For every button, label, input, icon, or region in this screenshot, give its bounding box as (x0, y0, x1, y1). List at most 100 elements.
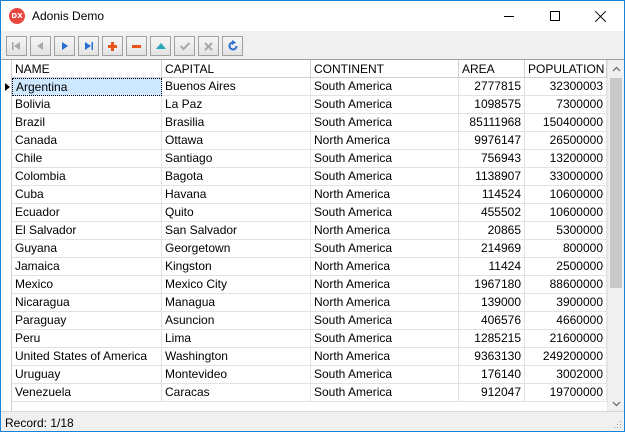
cell-capital[interactable]: Buenos Aires (162, 78, 311, 96)
column-header-name[interactable]: NAME (12, 60, 162, 78)
cancel-record-button[interactable] (198, 36, 219, 56)
cell-continent[interactable]: South America (311, 78, 459, 96)
table-row[interactable]: Peru Lima South America 1285215 21600000 (12, 330, 607, 348)
cell-population[interactable]: 150400000 (525, 114, 607, 132)
cell-population[interactable]: 13200000 (525, 150, 607, 168)
cell-name[interactable]: Paraguay (12, 312, 162, 330)
cell-population[interactable]: 19700000 (525, 384, 607, 402)
cell-capital[interactable]: Quito (162, 204, 311, 222)
table-row[interactable]: Cuba Havana North America 114524 10600000 (12, 186, 607, 204)
table-row[interactable]: Ecuador Quito South America 455502 10600000 (12, 204, 607, 222)
cell-population[interactable]: 2500000 (525, 258, 607, 276)
cell-area[interactable]: 114524 (459, 186, 525, 204)
edit-record-button[interactable] (150, 36, 171, 56)
cell-capital[interactable]: Washington (162, 348, 311, 366)
table-row[interactable]: Guyana Georgetown South America 214969 80000… (12, 240, 607, 258)
cell-area[interactable]: 85111968 (459, 114, 525, 132)
cell-name[interactable]: Bolivia (12, 96, 162, 114)
title-bar[interactable]: DX Adonis Demo (1, 1, 624, 31)
cell-area[interactable]: 214969 (459, 240, 525, 258)
cell-name[interactable]: Venezuela (12, 384, 162, 402)
scrollbar-thumb[interactable] (610, 78, 622, 288)
cell-name[interactable]: Uruguay (12, 366, 162, 384)
cell-continent[interactable]: South America (311, 168, 459, 186)
column-header-area[interactable]: AREA (459, 60, 525, 78)
cell-capital[interactable]: Lima (162, 330, 311, 348)
cell-capital[interactable]: Asuncion (162, 312, 311, 330)
post-record-button[interactable] (174, 36, 195, 56)
cell-population[interactable]: 10600000 (525, 204, 607, 222)
table-row[interactable]: Mexico Mexico City North America 1967180 886… (12, 276, 607, 294)
next-record-button[interactable] (54, 36, 75, 56)
cell-capital[interactable]: Montevideo (162, 366, 311, 384)
table-row[interactable]: Colombia Bagota South America 1138907 330000… (12, 168, 607, 186)
cell-area[interactable]: 1285215 (459, 330, 525, 348)
cell-name[interactable]: Chile (12, 150, 162, 168)
cell-capital[interactable]: Caracas (162, 384, 311, 402)
cell-continent[interactable]: South America (311, 384, 459, 402)
table-row[interactable]: Venezuela Caracas South America 912047 19700… (12, 384, 607, 402)
cell-population[interactable]: 5300000 (525, 222, 607, 240)
cell-capital[interactable]: Brasilia (162, 114, 311, 132)
cell-continent[interactable]: North America (311, 222, 459, 240)
cell-population[interactable]: 10600000 (525, 186, 607, 204)
cell-area[interactable]: 11424 (459, 258, 525, 276)
close-button[interactable] (578, 1, 624, 31)
table-row[interactable]: Chile Santiago South America 756943 13200000 (12, 150, 607, 168)
cell-area[interactable]: 2777815 (459, 78, 525, 96)
cell-area[interactable]: 1098575 (459, 96, 525, 114)
cell-population[interactable]: 7300000 (525, 96, 607, 114)
cell-population[interactable]: 3900000 (525, 294, 607, 312)
cell-continent[interactable]: South America (311, 204, 459, 222)
cell-area[interactable]: 912047 (459, 384, 525, 402)
cell-area[interactable]: 9363130 (459, 348, 525, 366)
cell-capital[interactable]: Kingston (162, 258, 311, 276)
cell-capital[interactable]: Santiago (162, 150, 311, 168)
cell-continent[interactable]: South America (311, 150, 459, 168)
cell-population[interactable]: 32300003 (525, 78, 607, 96)
table-row[interactable]: Canada Ottawa North America 9976147 26500000 (12, 132, 607, 150)
cell-capital[interactable]: La Paz (162, 96, 311, 114)
maximize-button[interactable] (532, 1, 578, 31)
cell-name[interactable]: Nicaragua (12, 294, 162, 312)
delete-record-button[interactable] (126, 36, 147, 56)
cell-population[interactable]: 26500000 (525, 132, 607, 150)
cell-name[interactable]: El Salvador (12, 222, 162, 240)
column-header-continent[interactable]: CONTINENT (311, 60, 459, 78)
column-header-population[interactable]: POPULATION (525, 60, 607, 78)
cell-capital[interactable]: Bagota (162, 168, 311, 186)
cell-name[interactable]: Cuba (12, 186, 162, 204)
cell-area[interactable]: 406576 (459, 312, 525, 330)
cell-continent[interactable]: North America (311, 294, 459, 312)
cell-name[interactable]: Brazil (12, 114, 162, 132)
cell-population[interactable]: 33000000 (525, 168, 607, 186)
cell-population[interactable]: 4660000 (525, 312, 607, 330)
cell-continent[interactable]: North America (311, 348, 459, 366)
cell-area[interactable]: 9976147 (459, 132, 525, 150)
scroll-down-button[interactable] (608, 395, 624, 411)
table-row[interactable]: Paraguay Asuncion South America 406576 46600… (12, 312, 607, 330)
table-row[interactable]: United States of America Washington North … (12, 348, 607, 366)
cell-capital[interactable]: Havana (162, 186, 311, 204)
cell-capital[interactable]: Mexico City (162, 276, 311, 294)
cell-area[interactable]: 455502 (459, 204, 525, 222)
cell-continent[interactable]: North America (311, 276, 459, 294)
cell-population[interactable]: 249200000 (525, 348, 607, 366)
cell-name[interactable]: Canada (12, 132, 162, 150)
vertical-scrollbar[interactable] (607, 60, 624, 411)
scroll-up-button[interactable] (608, 60, 624, 77)
cell-capital[interactable]: Managua (162, 294, 311, 312)
table-row[interactable]: Argentina Buenos Aires South America 277781… (12, 78, 607, 96)
cell-area[interactable]: 1138907 (459, 168, 525, 186)
cell-continent[interactable]: North America (311, 132, 459, 150)
cell-area[interactable]: 20865 (459, 222, 525, 240)
cell-area[interactable]: 176140 (459, 366, 525, 384)
cell-name[interactable]: Guyana (12, 240, 162, 258)
cell-population[interactable]: 3002000 (525, 366, 607, 384)
cell-area[interactable]: 139000 (459, 294, 525, 312)
cell-continent[interactable]: North America (311, 186, 459, 204)
cell-continent[interactable]: South America (311, 312, 459, 330)
cell-name[interactable]: Mexico (12, 276, 162, 294)
table-row[interactable]: Bolivia La Paz South America 1098575 7300000 (12, 96, 607, 114)
cell-name[interactable]: Argentina (12, 78, 162, 96)
